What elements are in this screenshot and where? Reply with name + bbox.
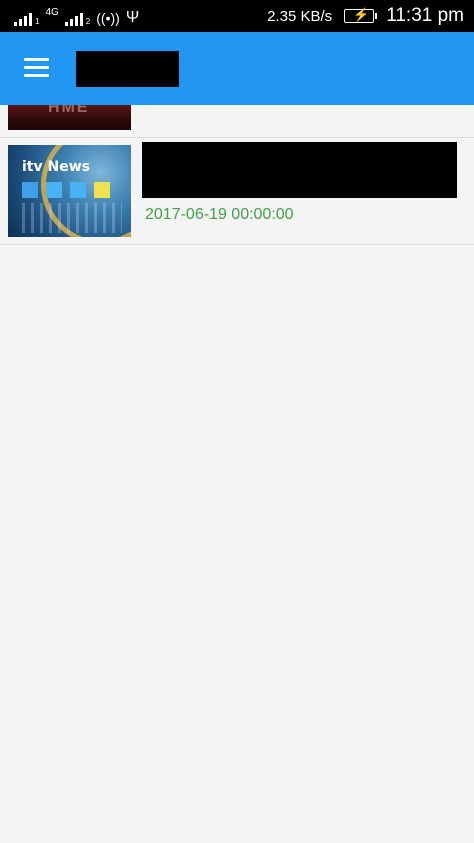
hotspot-icon: ((•)) (96, 10, 120, 26)
item-date: 2017-06-19 00:00:00 (145, 206, 294, 223)
app-title-redacted (76, 51, 179, 87)
network-type-label: 4G (45, 7, 59, 18)
status-icons-right: 2.35 KB/s ⚡ 11:31 pm (267, 4, 464, 28)
news-thumbnail: itv News (8, 145, 131, 237)
thumbnail-brand: itv News (22, 159, 90, 175)
network-speed: 2.35 KB/s (267, 7, 333, 25)
news-thumbnail: HME (8, 105, 131, 130)
clock: 11:31 pm (386, 5, 464, 26)
status-icons-left: 1 4G 2 ((•)) Ψ (14, 6, 139, 26)
list-item[interactable]: HME (0, 105, 474, 138)
app-bar (0, 32, 474, 105)
item-title-redacted (142, 142, 457, 198)
signal-icon-sim1: 1 (14, 13, 39, 26)
status-bar: 1 4G 2 ((•)) Ψ 2.35 KB/s ⚡ 11:31 pm (0, 0, 474, 32)
signal-icon-sim2: 2 (64, 13, 90, 26)
list-item[interactable]: itv News 2017-06-19 00:00:00 (0, 138, 474, 245)
battery-charging-icon: ⚡ (344, 7, 378, 23)
usb-icon: Ψ (125, 9, 140, 26)
hamburger-menu-icon[interactable] (24, 58, 49, 78)
